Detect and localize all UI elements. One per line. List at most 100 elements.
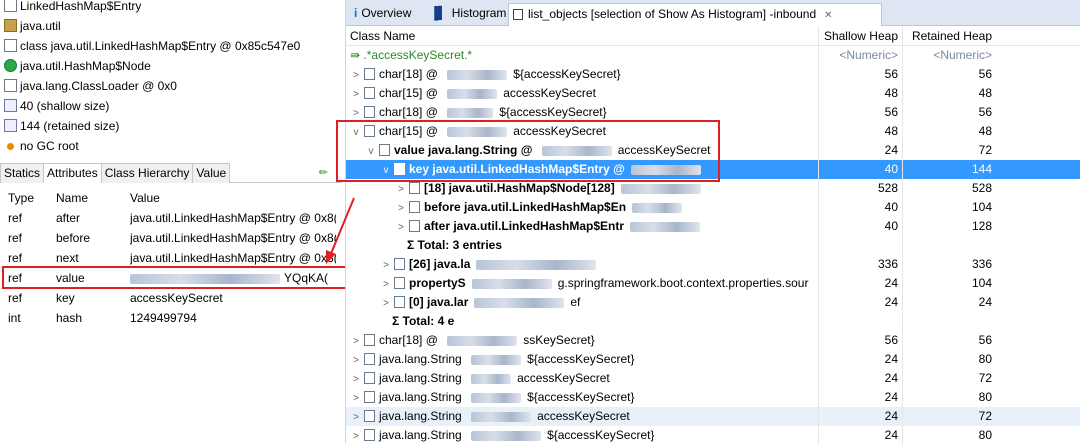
filter-retained[interactable]: <Numeric> — [902, 46, 996, 65]
table-row[interactable]: int hash 1249499794 — [0, 308, 342, 328]
grid-row[interactable]: > char[18] @ ${accessKeySecret} 56 56 — [346, 103, 1080, 122]
redacted-blur — [620, 183, 701, 194]
expand-chevron-icon[interactable]: v — [365, 142, 377, 161]
grid-row[interactable]: > propertyS g.springframework.boot.context… — [346, 274, 1080, 293]
class-text: before java.util.LinkedHashMap$En — [424, 200, 627, 214]
size-icon — [4, 119, 17, 133]
cell-shallow-heap: 24 — [818, 369, 902, 388]
cell-class-name: > java.lang.String accessKeySecret — [350, 369, 816, 389]
annotation-arrow — [326, 197, 355, 264]
object-icon — [364, 352, 375, 365]
class-icon — [4, 59, 17, 73]
grid-row[interactable]: > char[18] @ ssKeySecret} 56 56 — [346, 331, 1080, 350]
header-class-name[interactable]: Class Name — [350, 26, 816, 46]
class-text-suffix: ${accessKeySecret} — [513, 67, 621, 81]
grid-row[interactable]: > java.lang.String accessKeySecret 24 72 — [346, 407, 1080, 426]
header-shallow-heap[interactable]: Shallow Heap — [818, 26, 902, 45]
collapse-chevron-icon[interactable]: > — [350, 389, 362, 408]
cell-shallow-heap: 56 — [818, 331, 902, 350]
cell-type: ref — [8, 231, 23, 245]
table-row[interactable]: ref next java.util.LinkedHashMap$Entry @ 0… — [0, 248, 342, 268]
grid-row[interactable]: > [26] java.la 336 336 — [346, 255, 1080, 274]
collapse-chevron-icon[interactable]: > — [350, 332, 362, 351]
cell-retained-heap: 72 — [902, 407, 996, 426]
table-row[interactable]: ref before java.util.LinkedHashMap$Entry @… — [0, 228, 342, 248]
editor-tabbar: i Overview ▐▍ Histogram list_objects [sele… — [346, 0, 1080, 26]
table-row[interactable]: ref value YQqKA( — [0, 268, 342, 288]
collapse-chevron-icon[interactable]: > — [395, 199, 407, 218]
grid-row[interactable]: > char[18] @ ${accessKeySecret} 56 56 — [346, 65, 1080, 84]
expand-chevron-icon[interactable]: v — [380, 161, 392, 180]
tab-statics[interactable]: Statics — [0, 163, 45, 183]
collapse-chevron-icon[interactable]: > — [350, 66, 362, 85]
header-retained-heap[interactable]: Retained Heap — [902, 26, 996, 45]
grid-row[interactable]: > char[15] @ accessKeySecret 48 48 — [346, 84, 1080, 103]
collapse-chevron-icon[interactable]: > — [350, 427, 362, 446]
collapse-chevron-icon[interactable]: > — [380, 294, 392, 313]
collapse-chevron-icon[interactable]: > — [350, 408, 362, 427]
file-icon — [4, 0, 17, 13]
grid-row[interactable]: > [0] java.lar ef 24 24 — [346, 293, 1080, 312]
class-text: java.lang.String — [379, 371, 466, 385]
grid-row[interactable]: v key java.util.LinkedHashMap$Entry @ 40 14… — [346, 160, 1080, 179]
grid-row[interactable]: v value java.lang.String @ accessKeySecre… — [346, 141, 1080, 160]
class-text: char[15] @ — [379, 86, 442, 100]
redacted-blur — [471, 354, 522, 365]
header-value[interactable]: Value — [130, 188, 336, 208]
package-icon — [4, 19, 17, 33]
collapse-chevron-icon[interactable]: > — [350, 85, 362, 104]
collapse-chevron-icon[interactable]: > — [350, 351, 362, 370]
filter-input[interactable]: .*accessKeySecret.* — [363, 48, 472, 62]
redacted-blur — [447, 126, 508, 137]
header-type[interactable]: Type — [8, 188, 34, 208]
grid-row[interactable]: > java.lang.String ${accessKeySecret} 24 80 — [346, 426, 1080, 445]
collapse-chevron-icon[interactable]: > — [395, 218, 407, 237]
close-icon[interactable]: ✕ — [824, 10, 832, 21]
class-text-suffix: accessKeySecret — [513, 124, 606, 138]
cell-retained-heap: 56 — [902, 331, 996, 350]
class-text-suffix: accessKeySecret — [517, 371, 610, 385]
cell-retained-heap: 80 — [902, 388, 996, 407]
grid-row[interactable]: > java.lang.String accessKeySecret 24 72 — [346, 369, 1080, 388]
tab-histogram[interactable]: ▐▍ Histogram — [426, 3, 510, 26]
class-text-suffix: ${accessKeySecret} — [527, 390, 635, 404]
grid-row[interactable]: > java.lang.String ${accessKeySecret} 24 80 — [346, 388, 1080, 407]
grid-row[interactable]: > java.lang.String ${accessKeySecret} 24 80 — [346, 350, 1080, 369]
filter-shallow[interactable]: <Numeric> — [818, 46, 902, 65]
tab-attributes[interactable]: Attributes — [43, 163, 102, 183]
collapse-chevron-icon[interactable]: > — [350, 370, 362, 389]
collapse-chevron-icon[interactable]: > — [380, 275, 392, 294]
inspector-text: 144 (retained size) — [20, 119, 120, 133]
expand-chevron-icon[interactable]: v — [350, 123, 362, 142]
inspector-text: java.util — [20, 19, 61, 33]
tab-overview[interactable]: i Overview — [350, 3, 415, 26]
header-name[interactable]: Name — [56, 188, 88, 208]
grid-row[interactable]: Σ Total: 3 entries — [346, 236, 1080, 255]
class-text: char[18] @ — [379, 333, 442, 347]
object-icon — [409, 219, 420, 232]
table-row[interactable]: ref after java.util.LinkedHashMap$Entry @ … — [0, 208, 342, 228]
class-text: java.lang.String — [379, 409, 466, 423]
object-icon — [364, 67, 375, 80]
object-icon — [364, 105, 375, 118]
grid-row[interactable]: > before java.util.LinkedHashMap$En 40 104 — [346, 198, 1080, 217]
tab-value[interactable]: Value — [192, 163, 231, 183]
grid-row[interactable]: Σ Total: 4 e — [346, 312, 1080, 331]
grid-row[interactable]: > after java.util.LinkedHashMap$Entr 40 128 — [346, 217, 1080, 236]
tab-list-objects[interactable]: list_objects [selection of Show As Histo… — [508, 3, 882, 26]
cell-shallow-heap: 24 — [818, 407, 902, 426]
collapse-chevron-icon[interactable]: > — [380, 256, 392, 275]
grid-row[interactable]: > [18] java.util.HashMap$Node[128] 528 528 — [346, 179, 1080, 198]
cell-class-name: Σ Total: 3 entries — [350, 236, 816, 255]
grid-row[interactable]: v char[15] @ accessKeySecret 48 48 — [346, 122, 1080, 141]
tab-class-hierarchy[interactable]: Class Hierarchy — [100, 163, 194, 183]
collapse-chevron-icon[interactable]: > — [350, 104, 362, 123]
pin-icon[interactable]: ✏ — [319, 166, 328, 179]
cell-class-name: > propertyS g.springframework.boot.context… — [350, 274, 816, 294]
redacted-blur — [630, 221, 701, 232]
classloader-icon — [4, 79, 17, 93]
cell-retained-heap: 72 — [902, 369, 996, 388]
table-row[interactable]: ref key accessKeySecret — [0, 288, 342, 308]
list-icon — [513, 9, 523, 21]
collapse-chevron-icon[interactable]: > — [395, 180, 407, 199]
